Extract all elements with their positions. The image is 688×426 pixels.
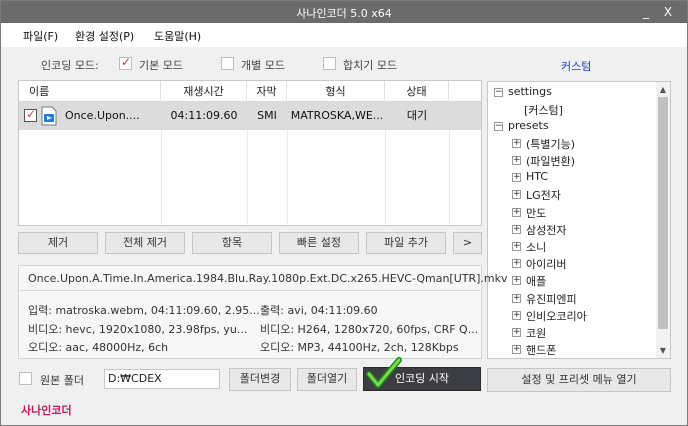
tree-node-custom[interactable]: [커스텀] [524, 102, 563, 118]
expand-icon[interactable]: + [512, 173, 521, 182]
more-button[interactable]: > [453, 232, 482, 254]
file-status: 대기 [406, 109, 428, 122]
tree-node-mando[interactable]: 만도 [526, 205, 546, 221]
tree-node-apple[interactable]: 애플 [526, 273, 546, 289]
column-name[interactable]: 이름 [19, 81, 161, 102]
grid-line [449, 130, 450, 225]
close-button[interactable]: X [657, 3, 679, 21]
quick-settings-button[interactable]: 빠른 설정 [279, 232, 359, 254]
tree-node-convert[interactable]: (파일변환) [526, 153, 575, 169]
remove-all-button[interactable]: 전체 제거 [105, 232, 185, 254]
expand-icon[interactable]: + [512, 208, 521, 217]
file-list-header: 이름 재생시간 자막 형식 상태 [19, 81, 481, 102]
grid-line [385, 130, 386, 225]
column-format[interactable]: 형식 [287, 81, 385, 102]
file-name: Once.Upon.... [65, 109, 140, 122]
collapse-icon[interactable]: − [494, 88, 503, 97]
add-file-button[interactable]: 파일 추가 [366, 232, 446, 254]
grid-line [161, 130, 162, 225]
tree-node-eugene[interactable]: 유진피엔피 [526, 291, 577, 307]
settings-preset-menu-button[interactable]: 설정 및 프리셋 메뉴 열기 [487, 368, 671, 392]
video-file-icon [41, 106, 57, 126]
title-bar: 사나인코더 5.0 x64 _ X [1, 1, 687, 23]
column-subtitle[interactable]: 자막 [247, 81, 287, 102]
expand-icon[interactable]: + [512, 242, 521, 251]
expand-icon[interactable]: + [512, 139, 521, 148]
start-encoding-button[interactable]: 인코딩 시작 [363, 357, 481, 391]
expand-icon[interactable]: + [512, 276, 521, 285]
file-duration: 04:11:09.60 [170, 109, 238, 122]
input-video-info: 비디오: hevc, 1920x1080, 23.98fps, yu... [28, 323, 248, 336]
merge-mode-checkbox[interactable] [323, 57, 336, 70]
preset-tree[interactable]: − settings [커스텀] − presets + (특별기능) + (파… [487, 81, 671, 359]
source-filename: Once.Upon.A.Time.In.America.1984.Blu.Ray… [28, 272, 508, 285]
grid-line [247, 130, 248, 225]
file-format: MATROSKA,WE... [290, 109, 384, 122]
output-info: 출력: avi, 04:11:09.60 [260, 304, 378, 317]
input-info: 입력: matroska.webm, 04:11:09.60, 2.95... [28, 304, 260, 317]
scroll-down-icon[interactable]: ▼ [656, 344, 670, 358]
source-folder-checkbox[interactable] [19, 372, 32, 385]
tree-node-phone[interactable]: 핸드폰 [526, 342, 556, 358]
tree-node-iriver[interactable]: 아이리버 [526, 256, 566, 272]
basic-mode-label: 기본 모드 [139, 59, 183, 72]
expand-icon[interactable]: + [512, 345, 521, 354]
basic-mode-checkbox[interactable] [119, 55, 132, 70]
open-folder-button[interactable]: 폴더열기 [297, 368, 357, 391]
output-audio-info: 오디오: MP3, 44100Hz, 2ch, 128Kbps [260, 341, 459, 354]
remove-button[interactable]: 제거 [18, 232, 98, 254]
menu-settings[interactable]: 환경 설정(P) [75, 28, 134, 44]
column-duration[interactable]: 재생시간 [161, 81, 247, 102]
grid-line [287, 130, 288, 225]
tree-node-sony[interactable]: 소니 [526, 239, 546, 255]
divider [20, 290, 480, 291]
scroll-up-icon[interactable]: ▲ [656, 83, 670, 97]
expand-icon[interactable]: + [512, 190, 521, 199]
tree-node-lg[interactable]: LG전자 [526, 187, 561, 203]
menu-file[interactable]: 파일(F) [23, 28, 58, 44]
scrollbar-thumb[interactable] [658, 97, 668, 329]
file-row-checkbox[interactable] [24, 107, 37, 122]
file-row[interactable]: Once.Upon.... 04:11:09.60 SMI MATROSKA,W… [19, 102, 481, 130]
expand-icon[interactable]: + [512, 259, 521, 268]
minimize-button[interactable]: _ [635, 3, 657, 21]
expand-icon[interactable]: + [512, 156, 521, 165]
tree-node-presets[interactable]: presets [508, 119, 549, 132]
tree-node-htc[interactable]: HTC [526, 170, 548, 183]
output-video-info: 비디오: H264, 1280x720, 60fps, CRF Q... [260, 323, 479, 336]
expand-icon[interactable]: + [512, 225, 521, 234]
input-audio-info: 오디오: aac, 48000Hz, 6ch [28, 341, 169, 354]
menu-help[interactable]: 도움말(H) [154, 28, 201, 44]
individual-mode-label: 개별 모드 [241, 59, 285, 72]
merge-mode-label: 합치기 모드 [343, 59, 398, 72]
collapse-icon[interactable]: − [494, 122, 503, 131]
tree-node-invio[interactable]: 인비오코리아 [526, 308, 587, 324]
menu-bar: 파일(F) 환경 설정(P) 도움말(H) [1, 23, 687, 47]
window-title: 사나인코더 5.0 x64 [296, 7, 392, 20]
app-window: 사나인코더 5.0 x64 _ X 파일(F) 환경 설정(P) 도움말(H) … [0, 0, 688, 426]
brand-label: 사나인코더 [21, 404, 72, 417]
expand-icon[interactable]: + [512, 294, 521, 303]
item-button[interactable]: 항목 [192, 232, 272, 254]
source-folder-label: 원본 폴더 [40, 374, 84, 387]
tree-node-samsung[interactable]: 삼성전자 [526, 222, 566, 238]
custom-link[interactable]: 커스텀 [561, 58, 591, 74]
expand-icon[interactable]: + [512, 328, 521, 337]
change-folder-button[interactable]: 폴더변경 [229, 368, 291, 391]
output-folder-input[interactable]: D:₩CDEX [104, 369, 220, 389]
start-encoding-label: 인코딩 시작 [394, 372, 450, 385]
column-status[interactable]: 상태 [385, 81, 449, 102]
file-list[interactable]: 이름 재생시간 자막 형식 상태 Once.Upon.... 04:11:09.… [18, 80, 482, 226]
tree-node-settings[interactable]: settings [508, 85, 552, 98]
encoding-mode-label: 인코딩 모드: [41, 59, 99, 72]
tree-node-special[interactable]: (특별기능) [526, 136, 575, 152]
media-info-panel: Once.Upon.A.Time.In.America.1984.Blu.Ray… [18, 265, 508, 359]
tree-node-cowon[interactable]: 코원 [526, 325, 546, 341]
file-subtitle: SMI [257, 109, 277, 122]
individual-mode-checkbox[interactable] [221, 57, 234, 70]
expand-icon[interactable]: + [512, 311, 521, 320]
